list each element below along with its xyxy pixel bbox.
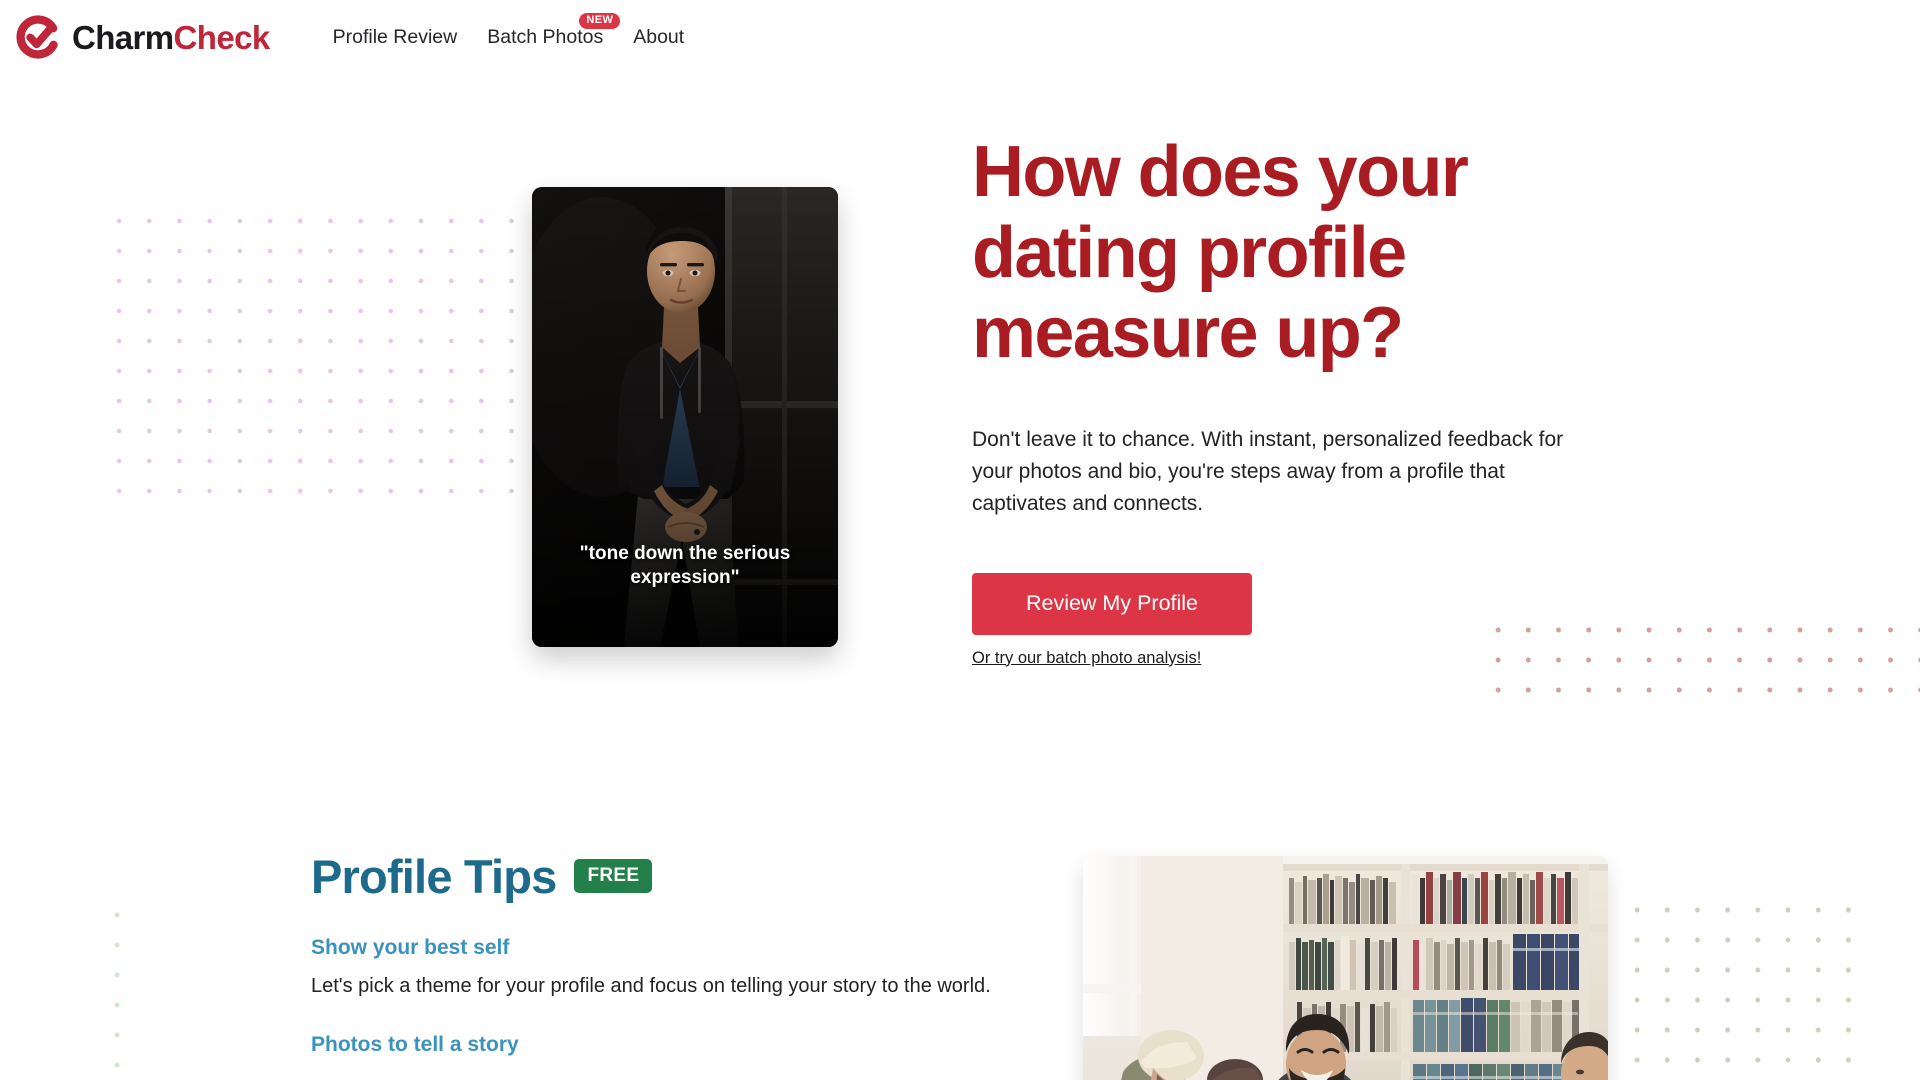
circle-check-logo-icon	[16, 15, 58, 59]
batch-photo-analysis-link[interactable]: Or try our batch photo analysis!	[972, 649, 1612, 668]
profile-tips-heading-row: Profile Tips FREE	[311, 852, 1011, 902]
nav-new-badge: NEW	[579, 12, 621, 29]
profile-tips-section: Profile Tips FREE Show your best self Le…	[0, 820, 1920, 1080]
nav-item-label: Batch Photos	[487, 25, 604, 48]
profile-tips-title: Profile Tips	[311, 850, 557, 903]
nav-item-profile-review[interactable]: Profile Review	[318, 26, 473, 49]
landing-page: CharmCheck Profile Review Batch Photos N…	[0, 0, 1920, 1080]
nav-item-about[interactable]: About	[618, 26, 699, 49]
site-header: CharmCheck Profile Review Batch Photos N…	[0, 0, 1920, 74]
tip-heading: Show your best self	[311, 935, 510, 959]
hero-card-caption: "tone down the serious expression"	[579, 542, 791, 589]
hero-photo-card[interactable]: "tone down the serious expression"	[532, 187, 838, 647]
brand-name-part1: Charm	[72, 18, 174, 56]
free-badge: FREE	[574, 859, 653, 893]
brand-logo-link[interactable]: CharmCheck	[16, 15, 270, 59]
tip-item: Show your best self Let's pick a theme f…	[311, 936, 1011, 1001]
review-my-profile-button[interactable]: Review My Profile	[972, 572, 1252, 635]
brand-name-part2: Check	[173, 18, 271, 56]
primary-navigation: Profile Review Batch Photos NEW About	[318, 12, 700, 49]
nav-item-label: About	[633, 25, 685, 48]
tip-body: Let's pick a theme for your profile and …	[311, 974, 991, 997]
profile-tips-content: Profile Tips FREE Show your best self Le…	[311, 852, 1011, 1057]
library-photo	[1083, 856, 1608, 1080]
tip-heading: Photos to tell a story	[311, 1032, 519, 1056]
nav-item-label: Profile Review	[332, 25, 458, 48]
nav-item-batch-photos[interactable]: Batch Photos NEW	[472, 12, 621, 49]
hero-section: "tone down the serious expression" How d…	[0, 74, 1920, 774]
hero-subtitle: Don't leave it to chance. With instant, …	[972, 427, 1564, 515]
hero-copy: How does your dating profile measure up?…	[972, 132, 1612, 668]
brand-name: CharmCheck	[72, 21, 270, 54]
tip-item: Photos to tell a story	[311, 1033, 1011, 1057]
profile-tips-photo-card[interactable]	[1083, 856, 1608, 1080]
hero-title: How does your dating profile measure up?	[972, 132, 1469, 374]
